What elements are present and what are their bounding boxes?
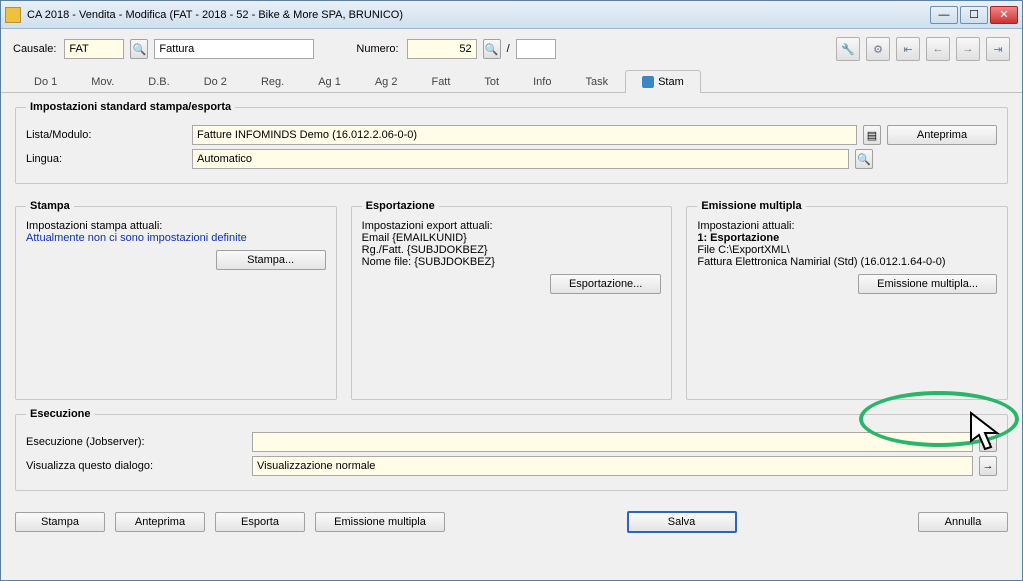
jobserver-arrow-icon[interactable]: →	[979, 432, 997, 452]
esport-line3: Rg./Fatt. {SUBJDOKBEZ}	[362, 244, 662, 256]
causale-desc-input[interactable]	[154, 39, 314, 59]
group-impostazioni-legend: Impostazioni standard stampa/esporta	[26, 101, 235, 113]
tab-stam-label: Stam	[658, 76, 684, 88]
tab-ag2[interactable]: Ag 2	[358, 70, 415, 93]
lingua-lookup-icon[interactable]: 🔍	[855, 149, 873, 169]
emissione-config-button[interactable]: Emissione multipla...	[858, 274, 997, 294]
tab-content: Impostazioni standard stampa/esporta Lis…	[1, 101, 1022, 501]
tab-task[interactable]: Task	[568, 70, 625, 93]
footer-emissione-button[interactable]: Emissione multipla	[315, 512, 445, 532]
tab-fatt[interactable]: Fatt	[414, 70, 467, 93]
jobserver-label: Esecuzione (Jobserver):	[26, 436, 246, 448]
window-title: CA 2018 - Vendita - Modifica (FAT - 2018…	[27, 9, 930, 21]
tab-mov[interactable]: Mov.	[74, 70, 131, 93]
footer-buttons: Stampa Anteprima Esporta Emissione multi…	[1, 501, 1022, 543]
footer-esporta-button[interactable]: Esporta	[215, 512, 305, 532]
emiss-line3: File C:\ExportXML\	[697, 244, 997, 256]
panel-esportazione: Esportazione Impostazioni export attuali…	[351, 200, 673, 400]
nav-first-icon[interactable]: ⇤	[896, 37, 920, 61]
app-window: CA 2018 - Vendita - Modifica (FAT - 2018…	[0, 0, 1023, 581]
numero-slash: /	[507, 43, 510, 55]
emiss-line2: 1: Esportazione	[697, 232, 997, 244]
tool-link-icon[interactable]: ⚙	[866, 37, 890, 61]
tool-wrench-icon[interactable]: 🔧	[836, 37, 860, 61]
lingua-label: Lingua:	[26, 153, 186, 165]
group-esecuzione: Esecuzione Esecuzione (Jobserver): → Vis…	[15, 408, 1008, 491]
lista-input[interactable]	[192, 125, 857, 145]
tab-do1[interactable]: Do 1	[17, 70, 74, 93]
close-button[interactable]: ✕	[990, 6, 1018, 24]
tab-do2[interactable]: Do 2	[187, 70, 244, 93]
lingua-input[interactable]	[192, 149, 849, 169]
dialog-arrow-icon[interactable]: →	[979, 456, 997, 476]
dialog-input[interactable]	[252, 456, 973, 476]
causale-input[interactable]	[64, 39, 124, 59]
tab-info[interactable]: Info	[516, 70, 568, 93]
footer-annulla-button[interactable]: Annulla	[918, 512, 1008, 532]
stampa-line2: Attualmente non ci sono impostazioni def…	[26, 232, 326, 244]
minimize-button[interactable]: —	[930, 6, 958, 24]
nav-prev-icon[interactable]: ←	[926, 37, 950, 61]
nav-last-icon[interactable]: ⇥	[986, 37, 1010, 61]
panel-stampa-legend: Stampa	[26, 200, 74, 212]
tab-db[interactable]: D.B.	[131, 70, 186, 93]
app-icon	[5, 7, 21, 23]
stampa-config-button[interactable]: Stampa...	[216, 250, 326, 270]
panel-emiss-legend: Emissione multipla	[697, 200, 805, 212]
header-row: Causale: 🔍 Numero: 🔍 / 🔧 ⚙ ⇤ ← → ⇥	[1, 29, 1022, 69]
numero-lookup-icon[interactable]: 🔍	[483, 39, 501, 59]
tabstrip: Do 1 Mov. D.B. Do 2 Reg. Ag 1 Ag 2 Fatt …	[1, 69, 1022, 93]
numero-label: Numero:	[356, 43, 398, 55]
group-esecuzione-legend: Esecuzione	[26, 408, 95, 420]
esport-line4: Nome file: {SUBJDOKBEZ}	[362, 256, 662, 268]
jobserver-input[interactable]	[252, 432, 973, 452]
lista-label: Lista/Modulo:	[26, 129, 186, 141]
group-impostazioni-standard: Impostazioni standard stampa/esporta Lis…	[15, 101, 1008, 184]
panel-esport-legend: Esportazione	[362, 200, 439, 212]
tab-reg[interactable]: Reg.	[244, 70, 301, 93]
emiss-line4: Fattura Elettronica Namirial (Std) (16.0…	[697, 256, 997, 268]
footer-anteprima-button[interactable]: Anteprima	[115, 512, 205, 532]
causale-lookup-icon[interactable]: 🔍	[130, 39, 148, 59]
titlebar: CA 2018 - Vendita - Modifica (FAT - 2018…	[1, 1, 1022, 29]
numero-input[interactable]	[407, 39, 477, 59]
tab-tot[interactable]: Tot	[467, 70, 516, 93]
nav-next-icon[interactable]: →	[956, 37, 980, 61]
esport-line2: Email {EMAILKUNID}	[362, 232, 662, 244]
footer-stampa-button[interactable]: Stampa	[15, 512, 105, 532]
emiss-line1: Impostazioni attuali:	[697, 220, 997, 232]
panel-stampa: Stampa Impostazioni stampa attuali: Attu…	[15, 200, 337, 400]
window-controls: — ☐ ✕	[930, 6, 1018, 24]
dialog-label: Visualizza questo dialogo:	[26, 460, 246, 472]
numero-suffix-input[interactable]	[516, 39, 556, 59]
causale-label: Causale:	[13, 43, 56, 55]
stampa-line1: Impostazioni stampa attuali:	[26, 220, 326, 232]
footer-salva-button[interactable]: Salva	[627, 511, 737, 533]
anteprima-button-top[interactable]: Anteprima	[887, 125, 997, 145]
esport-line1: Impostazioni export attuali:	[362, 220, 662, 232]
printer-icon	[642, 76, 654, 88]
esportazione-config-button[interactable]: Esportazione...	[550, 274, 661, 294]
maximize-button[interactable]: ☐	[960, 6, 988, 24]
tab-ag1[interactable]: Ag 1	[301, 70, 358, 93]
panel-emissione-multipla: Emissione multipla Impostazioni attuali:…	[686, 200, 1008, 400]
panels-row: Stampa Impostazioni stampa attuali: Attu…	[15, 192, 1008, 400]
tab-stam[interactable]: Stam	[625, 70, 701, 93]
lista-filter-icon[interactable]: ▤	[863, 125, 881, 145]
